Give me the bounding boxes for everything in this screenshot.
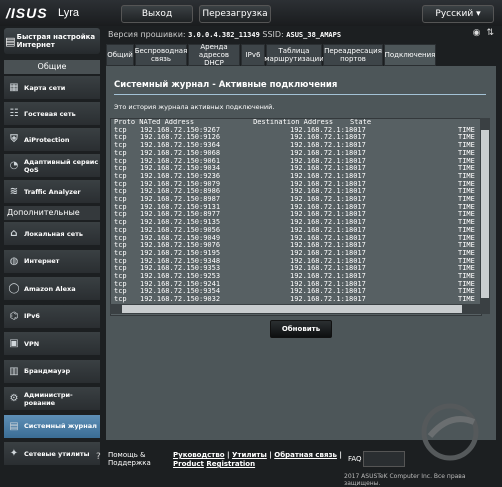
help-line1: Помощь & [108, 451, 146, 459]
help-support: ? Помощь & Поддержка [96, 451, 151, 467]
model-name: Lyra [58, 7, 79, 19]
vertical-scrollbar[interactable] [480, 118, 490, 314]
vpn-icon: ▣ [9, 338, 19, 349]
help-line2: Поддержка [108, 459, 151, 467]
firmware-label: Версия прошивки: [108, 30, 186, 39]
system-log-icon: ▤ [9, 420, 19, 432]
ssid-value: ASUS_38_AMAPS [286, 31, 342, 39]
page-title: Системный журнал - Активные подключения [114, 80, 338, 90]
globe-icon[interactable]: ◉ [473, 28, 481, 38]
sidebar-item-label: Администри- рование [24, 390, 73, 407]
sidebar-item-a-3[interactable]: ⌬ IPv6 [4, 304, 100, 329]
language-value: Русский [435, 9, 474, 19]
sidebar-item-g-0[interactable]: ▦ Карта сети [4, 76, 100, 100]
faq-search-input[interactable] [363, 451, 405, 467]
copyright: 2017 ASUSTeK Computer Inc. Все права защ… [344, 473, 466, 487]
reboot-button[interactable]: Перезагрузка [199, 5, 271, 23]
language-select[interactable]: Русский ▾ [422, 5, 494, 23]
product-link[interactable]: Product [173, 460, 204, 468]
help-icon: ? [96, 452, 101, 462]
scroll-thumb[interactable] [481, 130, 489, 298]
sidebar-item-a-8[interactable]: ✦ Сетевые утилиты [4, 442, 100, 466]
sidebar-item-g-3[interactable]: ◔ Адаптивный сервис QoS [4, 154, 100, 178]
sidebar-item-g-4[interactable]: ≋ Traffic Analyzer [4, 180, 100, 204]
watermark-logo [421, 403, 479, 461]
sidebar-item-a-1[interactable]: ◍ Интернет [4, 249, 100, 274]
sidebar-item-a-5[interactable]: ▥ Брандмауэр [4, 359, 100, 384]
firmware-info: Версия прошивки: 3.0.0.4.382_11349 SSID:… [108, 30, 341, 39]
connection-log[interactable]: Proto NATed Address Destination Address … [110, 118, 482, 316]
quick-internet-setup[interactable]: ▤ Быстрая настройка Интернет [4, 28, 100, 54]
usb-icon[interactable]: ⇅ [486, 28, 494, 38]
title-divider [114, 94, 486, 95]
sidebar-item-label: Traffic Analyzer [24, 187, 81, 196]
section-advanced: Дополнительные настройки [4, 206, 100, 231]
ipv6-icon: ⌬ [9, 310, 19, 322]
sidebar-item-a-2[interactable]: ◯ Amazon Alexa [4, 277, 100, 301]
manual-link[interactable]: Руководство [173, 451, 225, 459]
horizontal-scrollbar[interactable] [110, 304, 480, 314]
log-text: Proto NATed Address Destination Address … [114, 119, 481, 312]
content-panel: Системный журнал - Активные подключения … [106, 66, 496, 440]
aiprotection-icon: ⛨ [10, 134, 18, 145]
tab-bar: Общий Беспроводная связь Аренда адресов DH… [106, 43, 496, 67]
sidebar-item-label: Карта сети [24, 83, 66, 92]
wizard-icon: ▤ [5, 34, 16, 48]
sidebar-item-a-4[interactable]: ▣ VPN [4, 332, 100, 356]
alexa-icon: ◯ [8, 283, 20, 294]
guest-network-icon: ☷ [9, 108, 19, 119]
chevron-down-icon: ▾ [476, 9, 481, 19]
sidebar: ▤ Быстрая настройка Интернет Общие Допол… [4, 26, 100, 466]
sidebar-item-label: IPv6 [24, 312, 40, 320]
tab-3[interactable]: IPv6 [241, 44, 265, 66]
top-bar: /ISUS Lyra Выход Перезагрузка Русский ▾ [0, 0, 502, 26]
administration-icon: ⚙ [9, 393, 19, 404]
sidebar-item-label: Amazon Alexa [24, 284, 76, 293]
sidebar-item-label: Локальная сеть [24, 229, 83, 238]
section-general: Общие [4, 60, 100, 74]
network-map-icon: ▦ [9, 82, 19, 93]
sidebar-item-label: Брандмауэр [24, 367, 71, 375]
status-icons: ◉ ⇅ [473, 28, 494, 38]
internet-icon: ◍ [9, 255, 19, 267]
firmware-version[interactable]: 3.0.0.4.382_11349 [188, 31, 260, 39]
sidebar-item-label: Адаптивный сервис QoS [24, 157, 99, 174]
sidebar-item-label: Интернет [24, 257, 60, 265]
sidebar-item-label: AiProtection [24, 135, 70, 144]
network-tools-icon: ✦ [9, 448, 19, 459]
registration-link[interactable]: Registration [206, 460, 255, 468]
sidebar-item-g-1[interactable]: ☷ Гостевая сеть [4, 102, 100, 126]
utilities-link[interactable]: Утилиты [232, 451, 267, 459]
lan-icon: ⌂ [10, 228, 18, 239]
page-description: Это история журнала активных подключений… [114, 103, 275, 111]
sidebar-item-label: Сетевые утилиты [24, 449, 90, 458]
sidebar-item-a-6[interactable]: ⚙ Администри- рование [4, 387, 100, 411]
tab-1[interactable]: Беспроводная связь [135, 44, 187, 66]
scroll-thumb[interactable] [122, 305, 462, 313]
quick-setup-label: Быстрая настройка Интернет [16, 33, 96, 49]
ssid-label: SSID: [262, 30, 284, 39]
tab-2[interactable]: Аренда адресов DHCP [188, 43, 240, 67]
sidebar-item-a-7[interactable]: ▤ Системный журнал [4, 414, 100, 439]
firewall-icon: ▥ [9, 365, 19, 377]
feedback-link[interactable]: Обратная связь [274, 451, 337, 459]
qos-icon: ◔ [9, 160, 19, 171]
refresh-button[interactable]: Обновить [270, 320, 332, 338]
sidebar-item-label: VPN [24, 339, 40, 348]
tab-4[interactable]: Таблица маршрутизации [264, 44, 324, 66]
sidebar-item-a-0[interactable]: ⌂ Локальная сеть [4, 222, 100, 246]
logout-button[interactable]: Выход [121, 5, 193, 23]
sidebar-item-label: Системный журнал [24, 422, 97, 430]
tab-5[interactable]: Переадресация портов [323, 44, 383, 66]
faq-label: FAQ [348, 455, 362, 463]
sidebar-item-label: Гостевая сеть [24, 109, 76, 118]
traffic-analyzer-icon: ≋ [9, 186, 19, 197]
sidebar-item-g-2[interactable]: ⛨ AiProtection [4, 128, 100, 152]
tab-0[interactable]: Общий [106, 44, 134, 66]
footer-links: Руководство | Утилиты | Обратная связь |… [173, 451, 342, 468]
asus-logo: /ISUS [6, 5, 48, 21]
tab-6[interactable]: Подключения [384, 44, 436, 66]
